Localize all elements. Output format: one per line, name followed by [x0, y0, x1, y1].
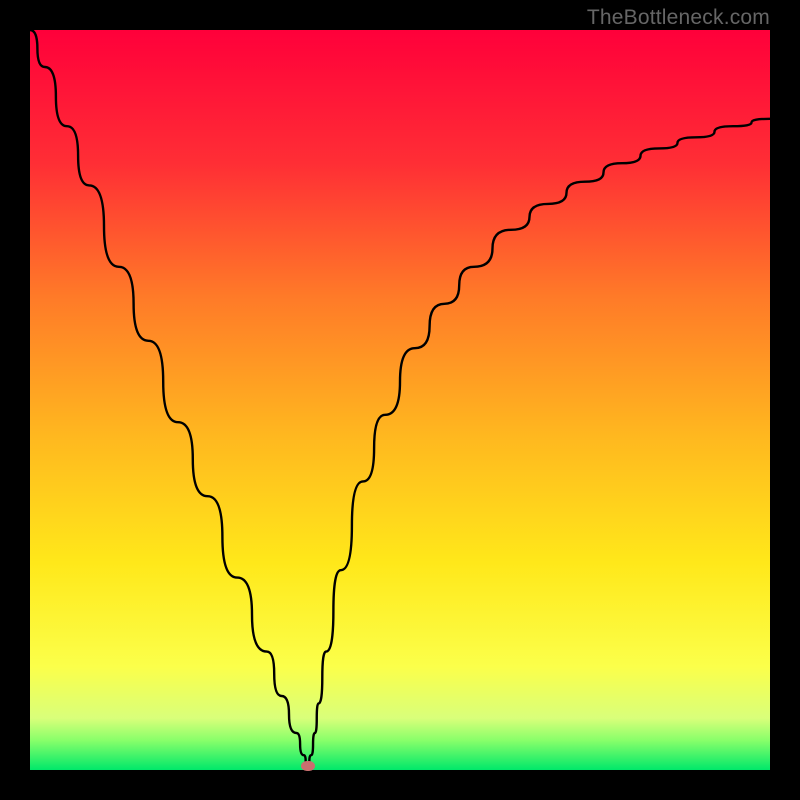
optimal-point-marker — [301, 761, 315, 771]
gradient-background — [30, 30, 770, 770]
chart-canvas — [30, 30, 770, 770]
watermark-text: TheBottleneck.com — [587, 6, 770, 30]
chart-frame — [30, 30, 770, 770]
